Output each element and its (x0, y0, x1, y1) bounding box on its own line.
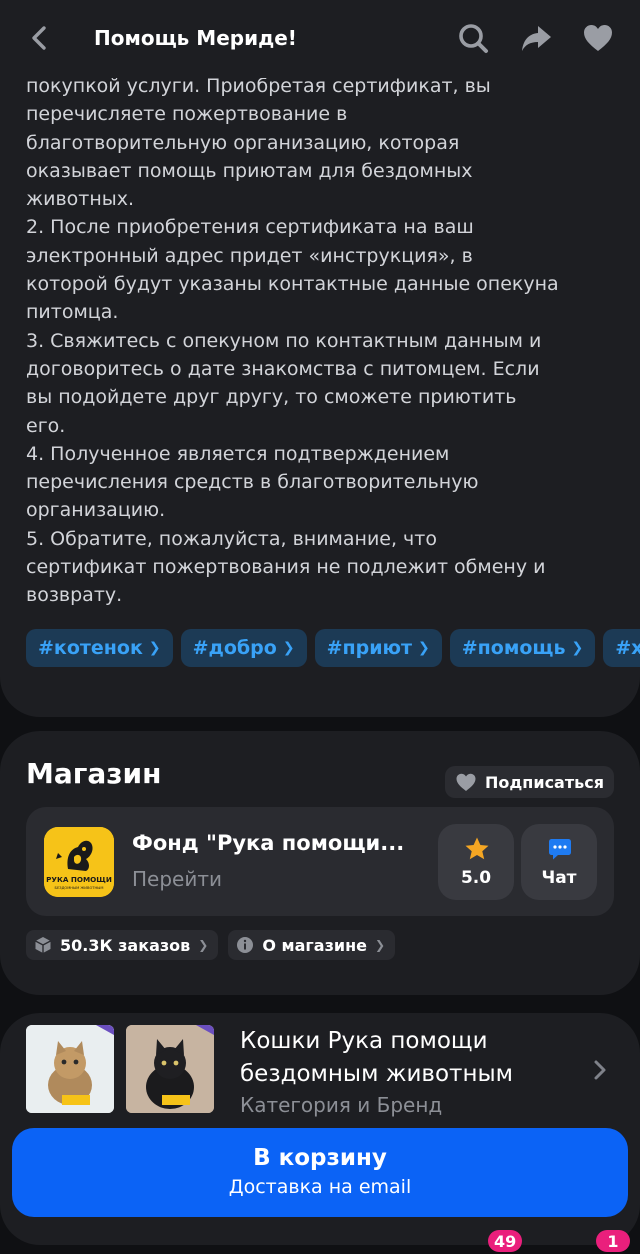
shop-name: Фонд "Рука помощи... (132, 831, 405, 855)
dog-cat-logo-icon: РУКА ПОМОЩИ БЕЗДОМНЫМ ЖИВОТНЫМ (44, 827, 114, 897)
category-subtitle: Категория и Бренд (240, 1093, 443, 1117)
shop-section-title: Магазин (26, 757, 162, 790)
tag-more[interactable]: #хв (603, 629, 640, 667)
star-icon (465, 837, 489, 860)
chat-button[interactable]: Чат (521, 824, 597, 900)
shop-logo: РУКА ПОМОЩИ БЕЗДОМНЫМ ЖИВОТНЫМ (44, 827, 114, 897)
chevron-right-icon: ❯ (198, 938, 209, 952)
chevron-right-icon (594, 1060, 606, 1080)
profile-badge: 1 (596, 1230, 630, 1252)
shop-go-link[interactable]: Перейти (132, 867, 222, 891)
tag-label: #хв (615, 637, 640, 659)
search-icon (459, 24, 488, 53)
chat-icon (549, 839, 571, 860)
favorite-button[interactable] (580, 20, 616, 56)
shop-card: Магазин Подписаться РУКА ПОМОЩИ БЕЗДОМНЫ… (0, 731, 640, 995)
category-thumbnail (126, 1025, 214, 1113)
cart-count-badge: 49 (488, 1230, 523, 1252)
logo-subtext: БЕЗДОМНЫМ ЖИВОТНЫМ (55, 886, 104, 890)
share-icon (522, 26, 551, 51)
kitten-photo (26, 1025, 114, 1113)
tag-label: #добро (192, 637, 277, 659)
about-shop-label: О магазине (262, 935, 367, 955)
orders-count: 50.3К заказов (60, 935, 191, 955)
category-info: Кошки Рука помощи бездомным животным Кат… (240, 1025, 580, 1117)
tag-label: #котенок (38, 637, 143, 659)
product-description: покупкой услуги. Приобретая сертификат, … (26, 75, 559, 607)
chevron-right-icon: ❯ (571, 640, 584, 656)
tag-list: #котенок ❯ #добро ❯ #приют ❯ #помощь ❯ #хв (26, 629, 640, 667)
tag-label: #приют (326, 637, 413, 659)
description-card: покупкой услуги. Приобретая сертификат, … (0, 0, 640, 717)
logo-text: РУКА ПОМОЩИ (46, 875, 112, 884)
black-kitten-photo (126, 1025, 214, 1113)
add-to-cart-label: В корзину (253, 1145, 387, 1171)
tag-label: #помощь (461, 637, 566, 659)
category-thumbnail (26, 1025, 114, 1113)
category-title: Кошки Рука помощи бездомным животным (240, 1028, 513, 1087)
orders-chip[interactable]: 50.3К заказов ❯ (26, 930, 219, 960)
add-to-cart-button[interactable]: В корзину Доставка на email (12, 1128, 628, 1217)
chevron-right-icon: ❯ (418, 640, 430, 656)
page-title: Помощь Мериде! (94, 26, 297, 50)
subscribe-label: Подписаться (485, 772, 604, 792)
chat-label: Чат (541, 868, 577, 888)
chevron-left-icon (32, 26, 46, 50)
tag-help[interactable]: #помощь ❯ (449, 629, 596, 667)
top-bar: Помощь Мериде! (0, 0, 640, 78)
heart-icon (584, 25, 612, 51)
back-button[interactable] (22, 20, 58, 56)
chevron-right-icon: ❯ (282, 640, 295, 656)
tag-shelter[interactable]: #приют ❯ (314, 629, 442, 667)
tag-kindness[interactable]: #добро ❯ (180, 629, 307, 667)
shop-rating-button[interactable]: 5.0 (438, 824, 514, 900)
box-icon (35, 937, 51, 953)
shop-rating: 5.0 (460, 868, 492, 888)
shop-chips: 50.3К заказов ❯ О магазине ❯ (26, 930, 396, 960)
shop-info[interactable]: РУКА ПОМОЩИ БЕЗДОМНЫМ ЖИВОТНЫМ Фонд "Рук… (26, 807, 614, 916)
info-icon (237, 937, 254, 953)
tag-kitten[interactable]: #котенок ❯ (26, 629, 173, 667)
search-button[interactable] (455, 20, 491, 56)
subscribe-button[interactable]: Подписаться (445, 766, 614, 798)
heart-icon (456, 773, 476, 791)
share-button[interactable] (518, 20, 554, 56)
about-shop-chip[interactable]: О магазине ❯ (228, 930, 396, 960)
chevron-right-icon: ❯ (374, 938, 386, 952)
delivery-label: Доставка на email (228, 1176, 412, 1198)
chevron-right-icon: ❯ (148, 640, 161, 656)
